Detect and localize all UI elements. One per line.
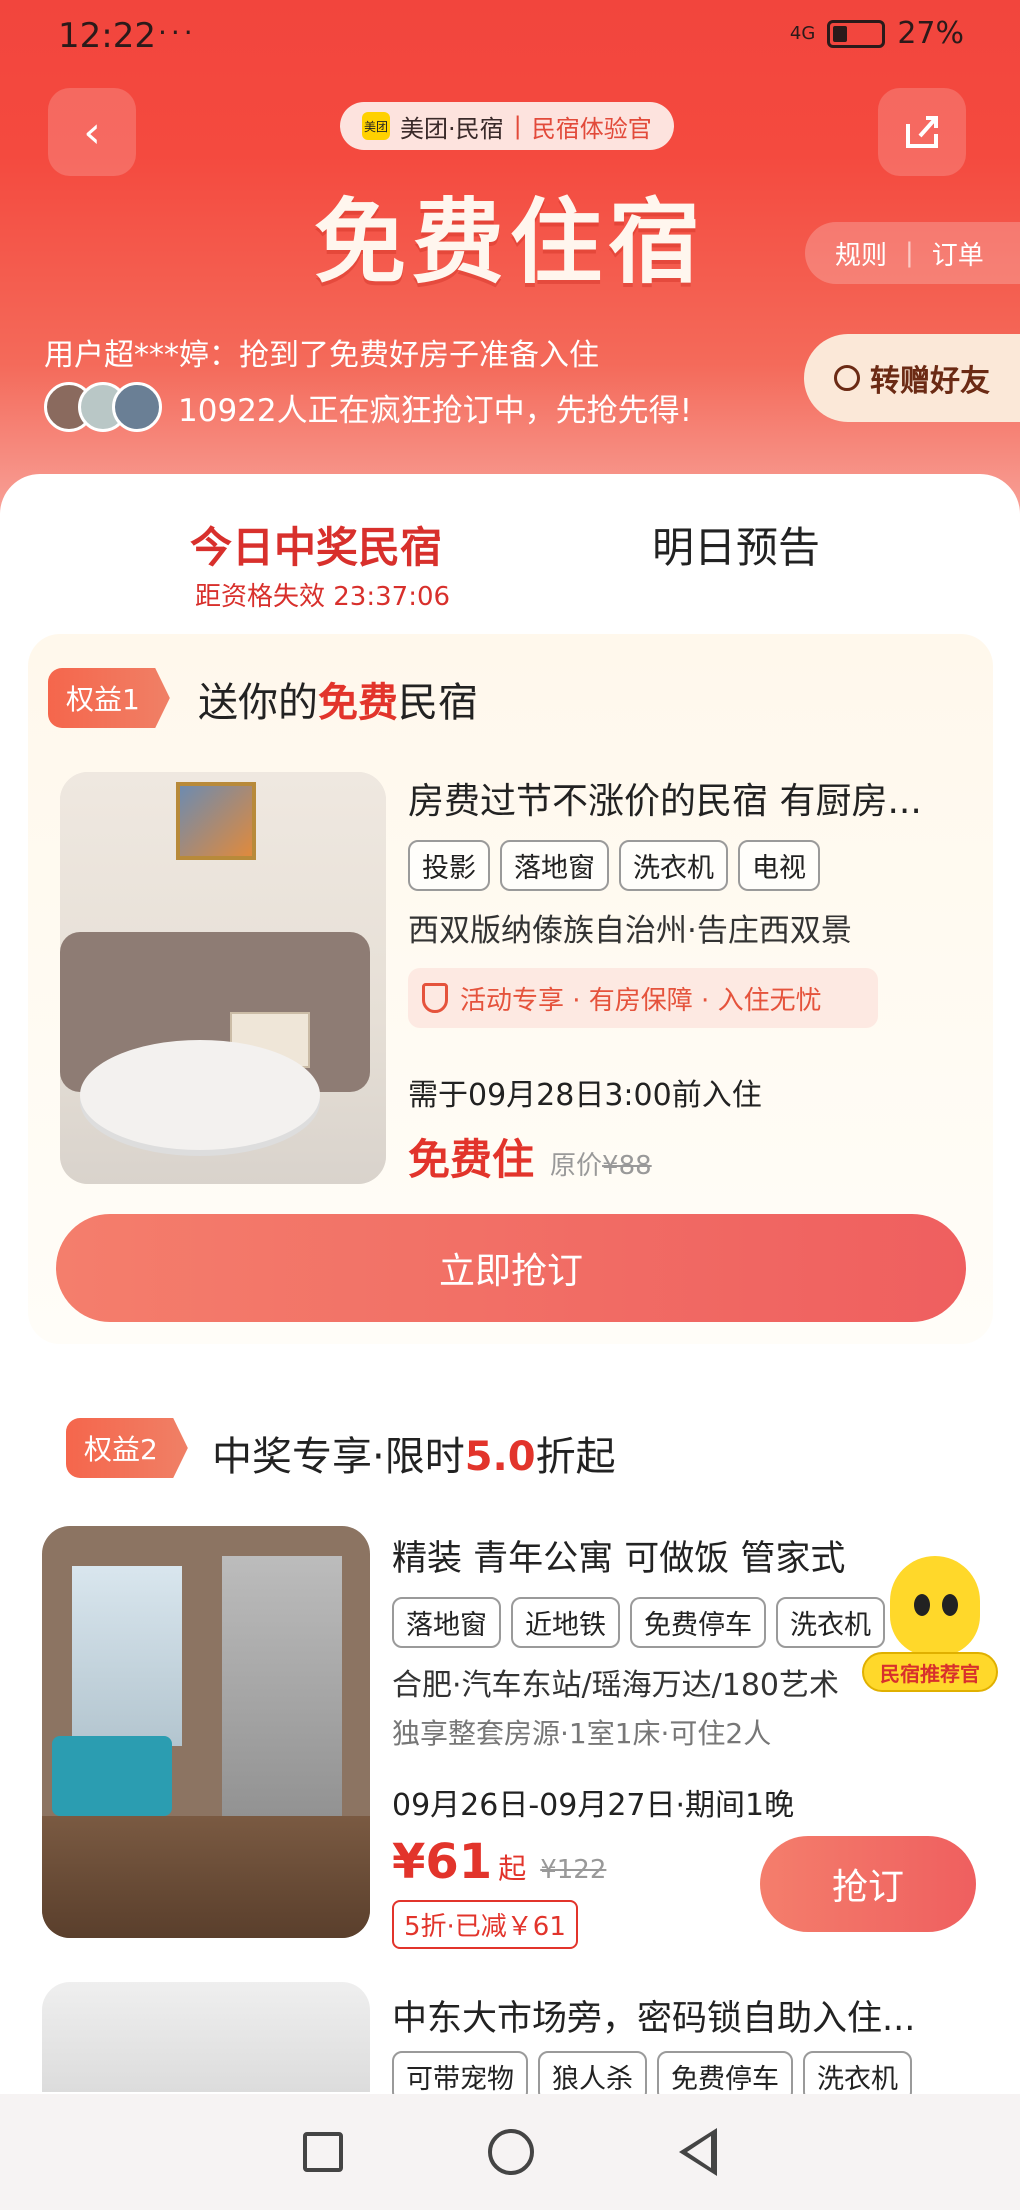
back-triangle-icon[interactable] (679, 2128, 718, 2176)
rules-link[interactable]: 规则 (805, 235, 887, 272)
listing1-info[interactable]: 房费过节不涨价的民宿 有厨房... 投影 落地窗 洗衣机 电视 西双版纳傣族自治… (408, 772, 978, 1187)
perk2-heading-highlight: 5.0 (464, 1434, 536, 1480)
amenity-tag: 投影 (408, 840, 490, 891)
listing2-price: ¥61 (392, 1834, 493, 1890)
book-button[interactable]: 抢订 (760, 1836, 976, 1932)
perk1-heading-pre: 送你的 (198, 680, 318, 726)
share-button[interactable] (878, 88, 966, 176)
winner-ticker: 用户超***婷：抢到了免费好房子准备入住 (44, 338, 599, 373)
gift-to-friend-button[interactable]: 转赠好友 (804, 334, 1020, 422)
listing2-original-price: ¥122 (540, 1855, 607, 1885)
guarantee-banner: 活动专享 · 有房保障 · 入住无忧 (408, 968, 878, 1028)
perk1-heading: 送你的免费民宿 (198, 670, 478, 728)
perk1-card: 权益1 送你的免费民宿 房费过节不涨价的民宿 有厨房... 投影 落地窗 洗衣机… (28, 634, 993, 1344)
rushing-text: 10922人正在疯狂抢订中，先抢先得! (178, 392, 693, 429)
system-nav-bar (0, 2094, 1020, 2210)
free-price-row: 免费住 原价¥88 (408, 1126, 978, 1187)
listing2-location: 合肥·汽车东站/瑶海万达/180艺术 (392, 1668, 840, 1703)
photo-window (72, 1566, 182, 1746)
brand-pill: 美团 美团·民宿 | 民宿体验官 (340, 102, 674, 150)
listing2-detail: 独享整套房源·1室1床·可住2人 (392, 1717, 772, 1750)
avatar (112, 382, 162, 432)
perk1-heading-post: 民宿 (398, 680, 478, 726)
tab-tomorrow[interactable]: 明日预告 (652, 514, 820, 575)
amenity-tag: 洗衣机 (619, 840, 728, 891)
rules-orders-pill: 规则 | 订单 (805, 222, 1020, 284)
listing2-dates: 09月26日-09月27日·期间1晚 (392, 1788, 795, 1823)
photo-table (80, 1040, 320, 1150)
shield-icon (422, 983, 448, 1013)
mascot-eye (914, 1594, 930, 1616)
amenity-tag: 落地窗 (392, 1597, 501, 1648)
original-price-label: 原价 (550, 1151, 603, 1181)
checkin-deadline: 需于09月28日3:00前入住 (408, 1078, 762, 1113)
battery-level: 27% (897, 16, 964, 51)
perk1-badge: 权益1 (48, 668, 170, 728)
perk2-badge: 权益2 (66, 1418, 188, 1478)
rushing-banner: 10922人正在疯狂抢订中，先抢先得! (44, 382, 692, 432)
listing2-photo[interactable] (42, 1526, 370, 1938)
guarantee-text: 活动专享 · 有房保障 · 入住无忧 (460, 985, 822, 1016)
status-bar: 12:22 ··· 4G 27% (0, 0, 1020, 72)
mascot-head-icon (890, 1556, 980, 1656)
discount-badge: 5折·已减￥61 (392, 1900, 578, 1949)
home-icon[interactable] (487, 2129, 534, 2175)
listing1-tags: 投影 落地窗 洗衣机 电视 (408, 840, 978, 891)
amenity-tag: 近地铁 (511, 1597, 620, 1648)
perk2-heading-pre: 中奖专享·限时 (212, 1434, 465, 1480)
listing1-photo[interactable] (60, 772, 386, 1184)
original-price: 原价¥88 (550, 1145, 652, 1182)
perk2-heading: 中奖专享·限时5.0折起 (212, 1424, 616, 1482)
brand-divider: | (513, 112, 522, 140)
meituan-logo-icon: 美团 (362, 112, 390, 140)
recent-apps-icon[interactable] (302, 2132, 343, 2172)
mascot-eye (942, 1594, 958, 1616)
chevron-left-icon: ‹ (83, 106, 101, 158)
price-suffix: 起 (498, 1852, 527, 1885)
share-icon (906, 116, 938, 148)
network-label: 4G (789, 23, 816, 44)
perk1-heading-highlight: 免费 (318, 680, 398, 726)
avatar-group (44, 382, 162, 432)
free-label: 免费住 (408, 1135, 535, 1184)
battery-icon (827, 19, 886, 48)
amenity-tag: 落地窗 (500, 840, 609, 891)
status-time: 12:22 (58, 16, 156, 56)
tab-bar: 今日中奖民宿 明日预告 距资格失效 23:37:06 (0, 514, 1020, 614)
perk2-heading-post: 折起 (535, 1434, 616, 1480)
notification-icons: ··· (158, 16, 197, 49)
brand-name: 美团·民宿 (400, 114, 504, 143)
listing3-info[interactable]: 中东大市场旁，密码锁自助入住... 可带宠物 狼人杀 免费停车 洗衣机 (392, 1990, 992, 2102)
brand-subtitle: 民宿体验官 (531, 114, 652, 143)
photo-painting (176, 782, 256, 860)
countdown-timer: 距资格失效 23:37:06 (195, 582, 451, 612)
listing3-title: 中东大市场旁，密码锁自助入住... (392, 1999, 916, 2039)
photo-floor (42, 1816, 370, 1938)
gift-label: 转赠好友 (870, 364, 990, 399)
listing3-photo[interactable] (42, 1982, 370, 2092)
amenity-tag: 电视 (738, 840, 820, 891)
pill-divider: | (905, 238, 914, 268)
tab-today[interactable]: 今日中奖民宿 (190, 514, 442, 575)
listing1-title: 房费过节不涨价的民宿 有厨房... (408, 781, 922, 822)
back-button[interactable]: ‹ (48, 88, 136, 176)
mascot-badge: 民宿推荐官 (862, 1652, 998, 1692)
grab-now-button[interactable]: 立即抢订 (56, 1214, 966, 1322)
amenity-tag: 免费停车 (630, 1597, 766, 1648)
mascot-recommender[interactable]: 民宿推荐官 (862, 1556, 998, 1696)
status-right: 4G 27% (790, 16, 964, 51)
user-icon (834, 365, 860, 391)
photo-bed (52, 1736, 172, 1816)
orders-link[interactable]: 订单 (932, 235, 984, 272)
original-price-value: ¥88 (602, 1151, 652, 1181)
listing1-location: 西双版纳傣族自治州·告庄西双景 (408, 913, 852, 949)
